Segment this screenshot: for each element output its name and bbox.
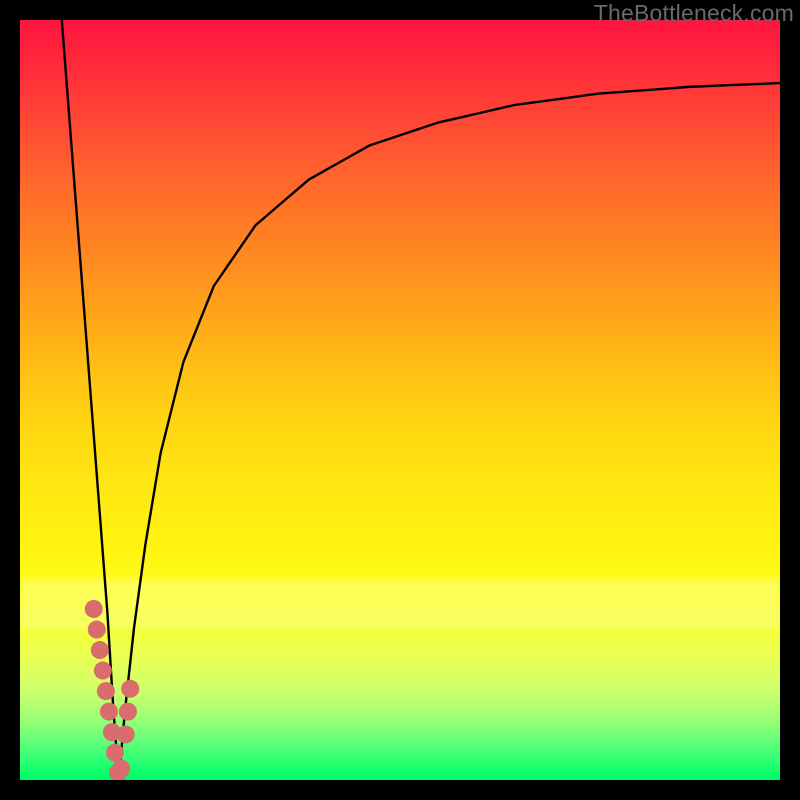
curve-group bbox=[62, 20, 780, 780]
chart-frame: TheBottleneck.com bbox=[0, 0, 800, 800]
marker-group bbox=[85, 600, 139, 780]
marker-point bbox=[117, 725, 135, 743]
marker-point bbox=[88, 621, 106, 639]
watermark-text: TheBottleneck.com bbox=[594, 0, 794, 27]
marker-point bbox=[106, 744, 124, 762]
marker-point bbox=[100, 703, 118, 721]
marker-point bbox=[119, 703, 137, 721]
curves-layer bbox=[20, 20, 780, 780]
marker-point bbox=[97, 682, 115, 700]
marker-point bbox=[112, 760, 130, 778]
marker-point bbox=[85, 600, 103, 618]
marker-point bbox=[94, 662, 112, 680]
plot-area bbox=[20, 20, 780, 780]
marker-point bbox=[121, 680, 139, 698]
curve-right-branch bbox=[119, 83, 780, 780]
marker-point bbox=[91, 641, 109, 659]
